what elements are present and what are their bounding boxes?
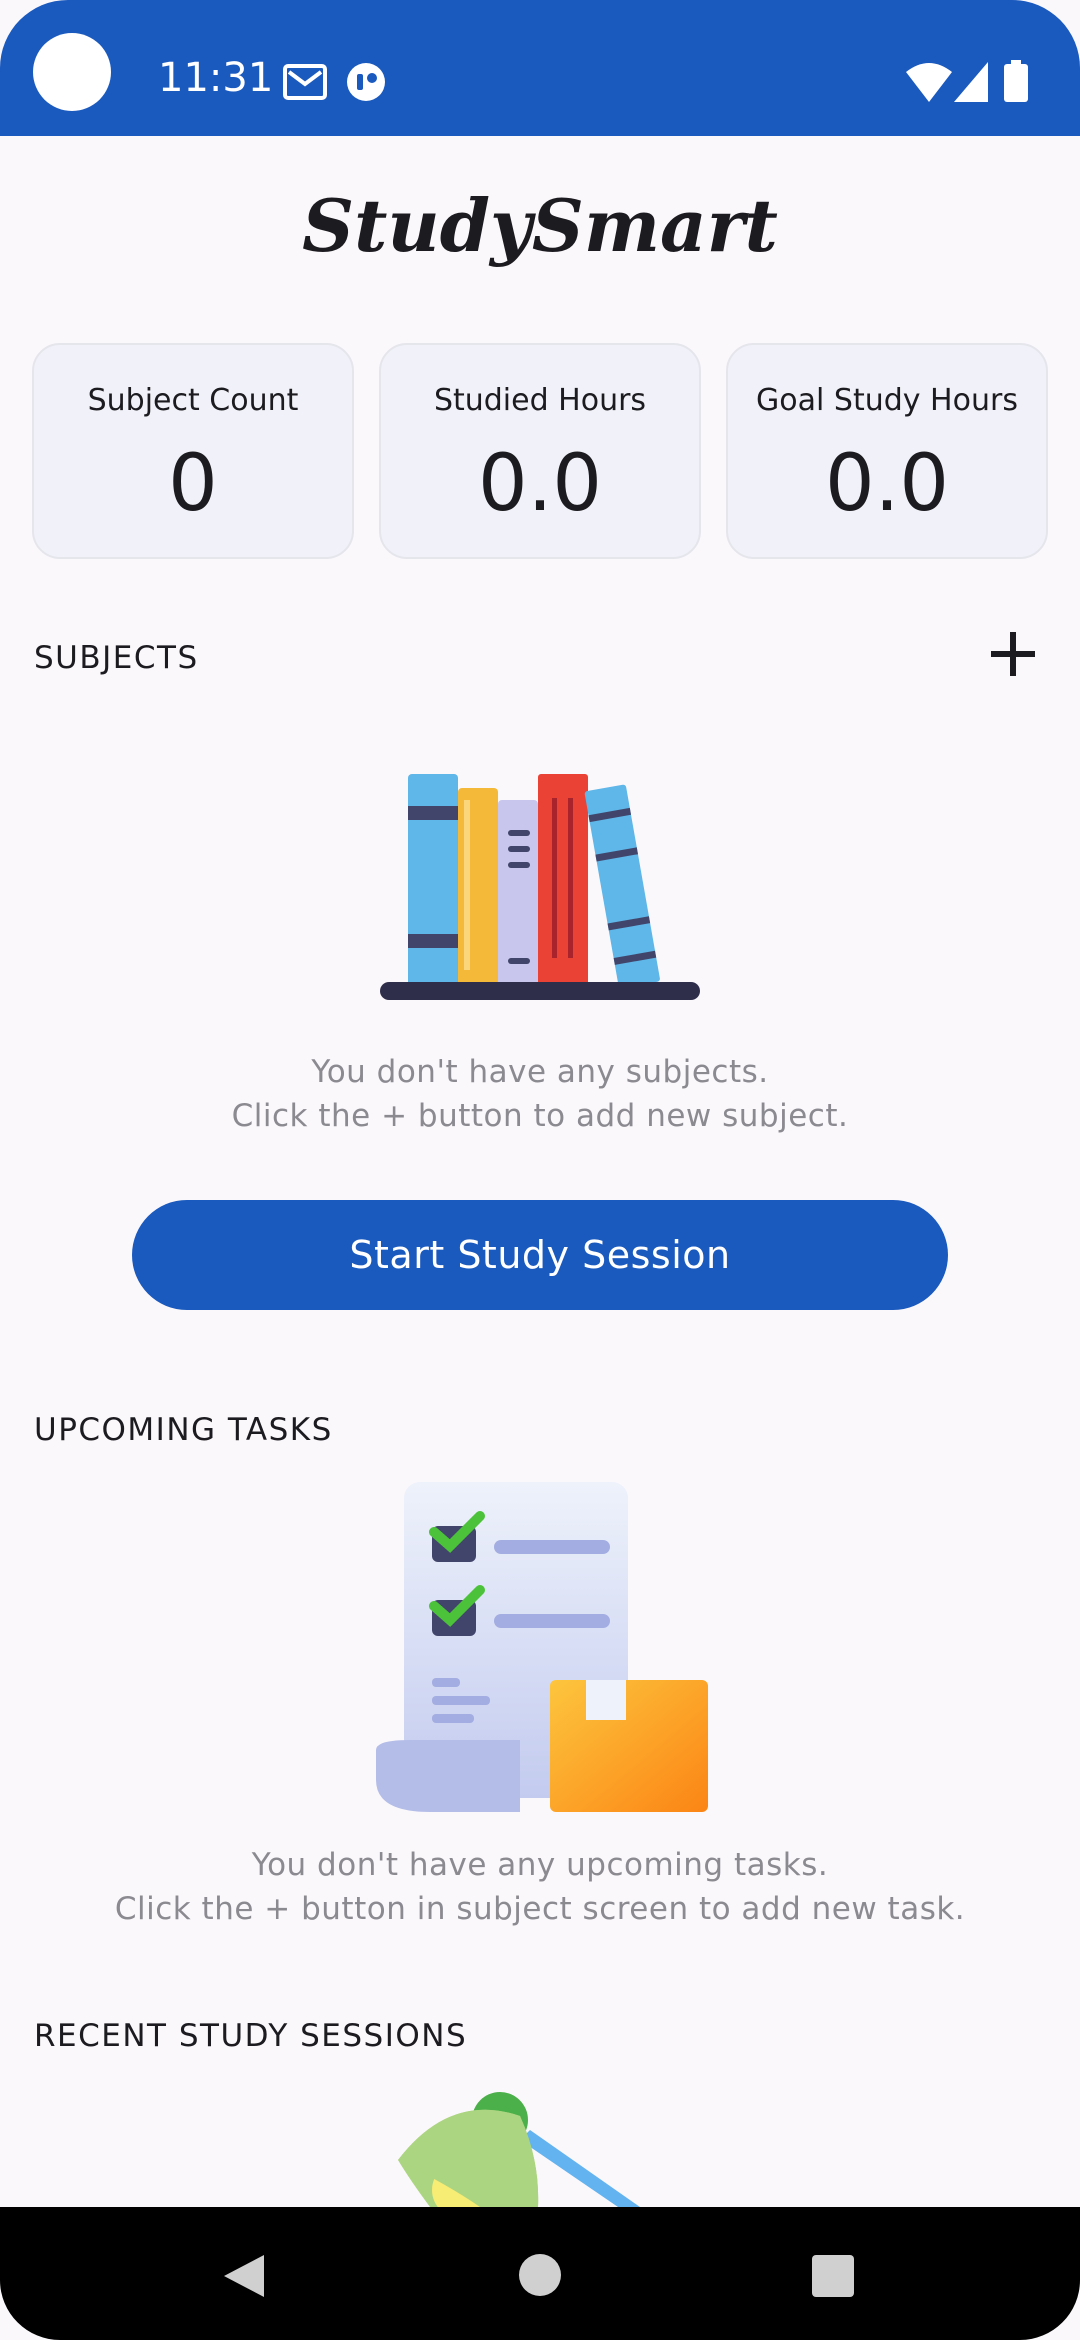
upcoming-tasks-header: UPCOMING TASKS [34, 1412, 333, 1448]
recent-study-sessions-header: RECENT STUDY SESSIONS [34, 2018, 468, 2054]
card-label: Goal Study Hours [756, 383, 1018, 418]
card-label: Subject Count [87, 383, 299, 418]
tasks-empty-line1: You don't have any upcoming tasks. [251, 1847, 829, 1883]
card-label: Studied Hours [433, 383, 647, 418]
camera-cutout [33, 33, 111, 111]
subjects-header: SUBJECTS [34, 640, 199, 676]
books-illustration [380, 774, 700, 1000]
tasks-illustration [376, 1482, 708, 1812]
goal-study-hours-card: Goal Study Hours 0.0 [726, 343, 1048, 559]
card-value: 0 [168, 439, 218, 529]
card-value: 0.0 [824, 439, 950, 529]
wifi-icon [906, 63, 952, 102]
subject-count-card: Subject Count 0 [32, 343, 354, 559]
start-study-session-button[interactable]: Start Study Session [132, 1200, 948, 1310]
subjects-empty-line2: Click the + button to add new subject. [231, 1098, 849, 1134]
add-subject-button[interactable] [985, 626, 1041, 682]
studied-hours-card: Studied Hours 0.0 [379, 343, 701, 559]
card-value: 0.0 [477, 439, 603, 529]
gmail-icon [283, 64, 327, 100]
subjects-empty-line1: You don't have any subjects. [311, 1054, 769, 1090]
signal-icon [954, 62, 988, 102]
status-bar: 11:31 [0, 0, 1080, 136]
system-navigation-bar [0, 2207, 1080, 2340]
home-icon[interactable] [518, 2253, 562, 2297]
notification-app-icon [347, 63, 385, 101]
app-title: StudySmart [302, 183, 778, 268]
recents-icon[interactable] [812, 2255, 854, 2297]
plus-icon [991, 632, 1035, 676]
study-lamp-illustration [398, 2092, 640, 2207]
battery-icon [1004, 60, 1028, 102]
status-time: 11:31 [158, 55, 274, 101]
back-icon[interactable] [222, 2253, 266, 2299]
tasks-empty-line2: Click the + button in subject screen to … [114, 1891, 966, 1927]
